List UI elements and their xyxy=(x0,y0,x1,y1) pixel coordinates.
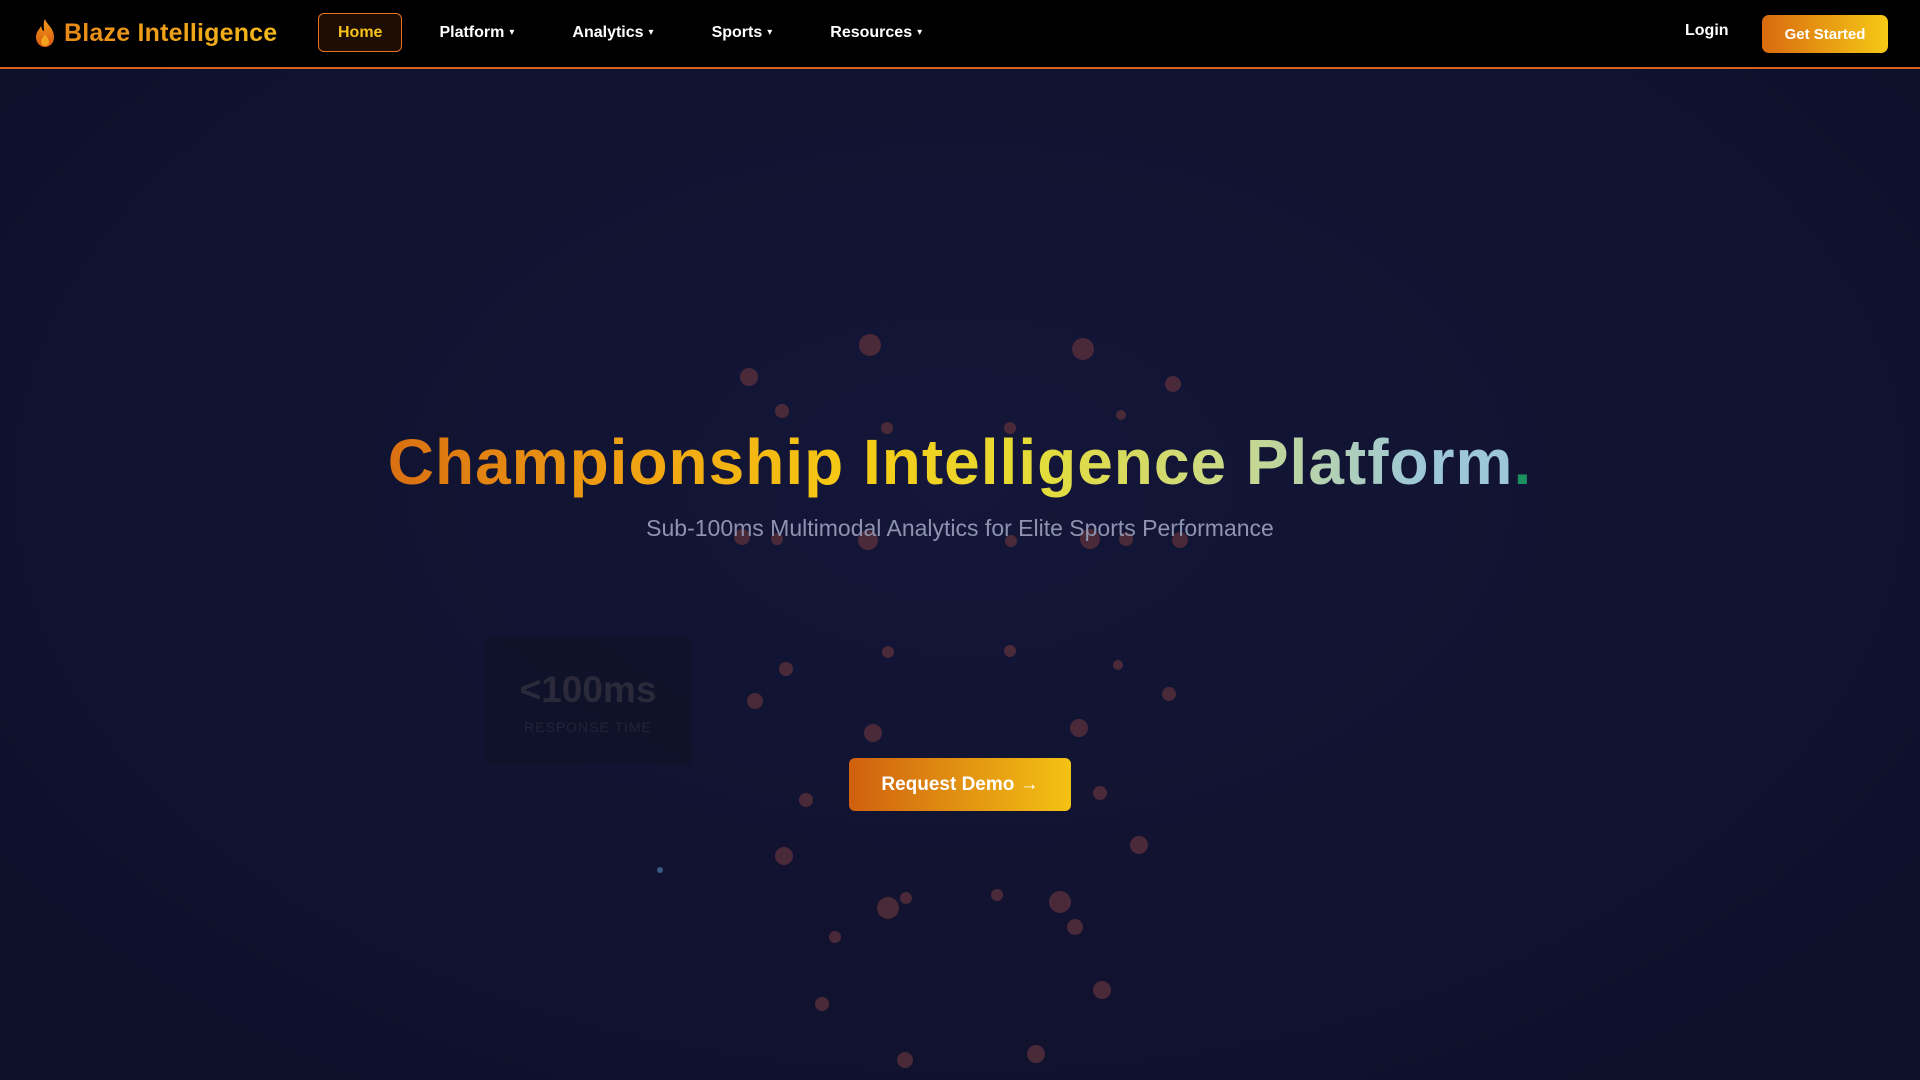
particle-dot xyxy=(991,889,1003,901)
chevron-down-icon: ▾ xyxy=(767,27,773,38)
particle-dot xyxy=(1004,645,1016,657)
particle-dot xyxy=(657,867,663,873)
chevron-down-icon: ▾ xyxy=(917,27,923,38)
particle-dot xyxy=(864,724,882,742)
particle-dot xyxy=(1070,719,1088,737)
particle-dot xyxy=(1027,1045,1045,1063)
particle-dot xyxy=(799,793,813,807)
particle-dot xyxy=(775,847,793,865)
particle-dot xyxy=(1049,891,1071,913)
particle-dot xyxy=(877,897,899,919)
nav-item-resources[interactable]: Resources ▾ xyxy=(809,13,943,52)
landing-page: Blaze Intelligence Home Platform ▾ Analy… xyxy=(0,0,1920,1080)
request-demo-button[interactable]: Request Demo → xyxy=(849,758,1071,811)
stat-value: <100ms xyxy=(519,669,657,710)
nav-item-platform[interactable]: Platform ▾ xyxy=(418,13,535,52)
particle-dot xyxy=(1093,981,1111,999)
hero-subtitle: Sub-100ms Multimodal Analytics for Elite… xyxy=(646,515,1274,541)
nav-item-label: Resources xyxy=(830,23,913,41)
hero-title-text: Championship Intelligence Platform xyxy=(387,426,1514,498)
particle-dot xyxy=(1165,376,1181,392)
nav-item-label: Platform xyxy=(439,23,505,41)
stat-label: RESPONSE TIME xyxy=(524,719,652,735)
nav-item-home[interactable]: Home xyxy=(318,13,403,52)
brand-name: Blaze Intelligence xyxy=(64,18,278,47)
login-link[interactable]: Login xyxy=(1685,22,1729,40)
particle-dot xyxy=(882,646,894,658)
particle-dot xyxy=(1130,836,1148,854)
chevron-down-icon: ▾ xyxy=(509,27,515,38)
particle-dot xyxy=(740,368,758,386)
particle-dot xyxy=(1067,919,1083,935)
nav-links: Home Platform ▾ Analytics ▾ Sports ▾ Res… xyxy=(318,13,959,52)
particle-dot xyxy=(1162,687,1176,701)
particle-dot xyxy=(1116,410,1126,420)
get-started-button[interactable]: Get Started xyxy=(1762,15,1888,53)
particle-dot xyxy=(815,997,829,1011)
hero-title: Championship Intelligence Platform. xyxy=(0,424,1920,500)
particle-dot xyxy=(1072,338,1094,360)
particle-dot xyxy=(775,404,789,418)
particle-dot xyxy=(747,693,763,709)
flame-icon xyxy=(36,19,54,47)
particle-dot xyxy=(897,1052,913,1068)
nav-item-label: Home xyxy=(338,23,383,41)
brand-logo[interactable]: Blaze Intelligence xyxy=(34,18,277,48)
particle-dot xyxy=(1113,660,1123,670)
particle-dot xyxy=(900,892,912,904)
particle-dot xyxy=(859,334,881,356)
nav-item-analytics[interactable]: Analytics ▾ xyxy=(551,13,674,52)
hero-title-period: . xyxy=(1513,426,1533,498)
top-navbar: Blaze Intelligence Home Platform ▾ Analy… xyxy=(0,0,1920,69)
nav-item-sports[interactable]: Sports ▾ xyxy=(691,13,794,52)
particle-dot xyxy=(779,662,793,676)
nav-item-label: Analytics xyxy=(572,23,644,41)
chevron-down-icon: ▾ xyxy=(648,27,654,38)
stat-card-response-time: <100ms RESPONSE TIME xyxy=(484,637,692,765)
particle-dot xyxy=(829,931,841,943)
particle-dot xyxy=(1093,786,1107,800)
nav-item-label: Sports xyxy=(711,23,763,41)
